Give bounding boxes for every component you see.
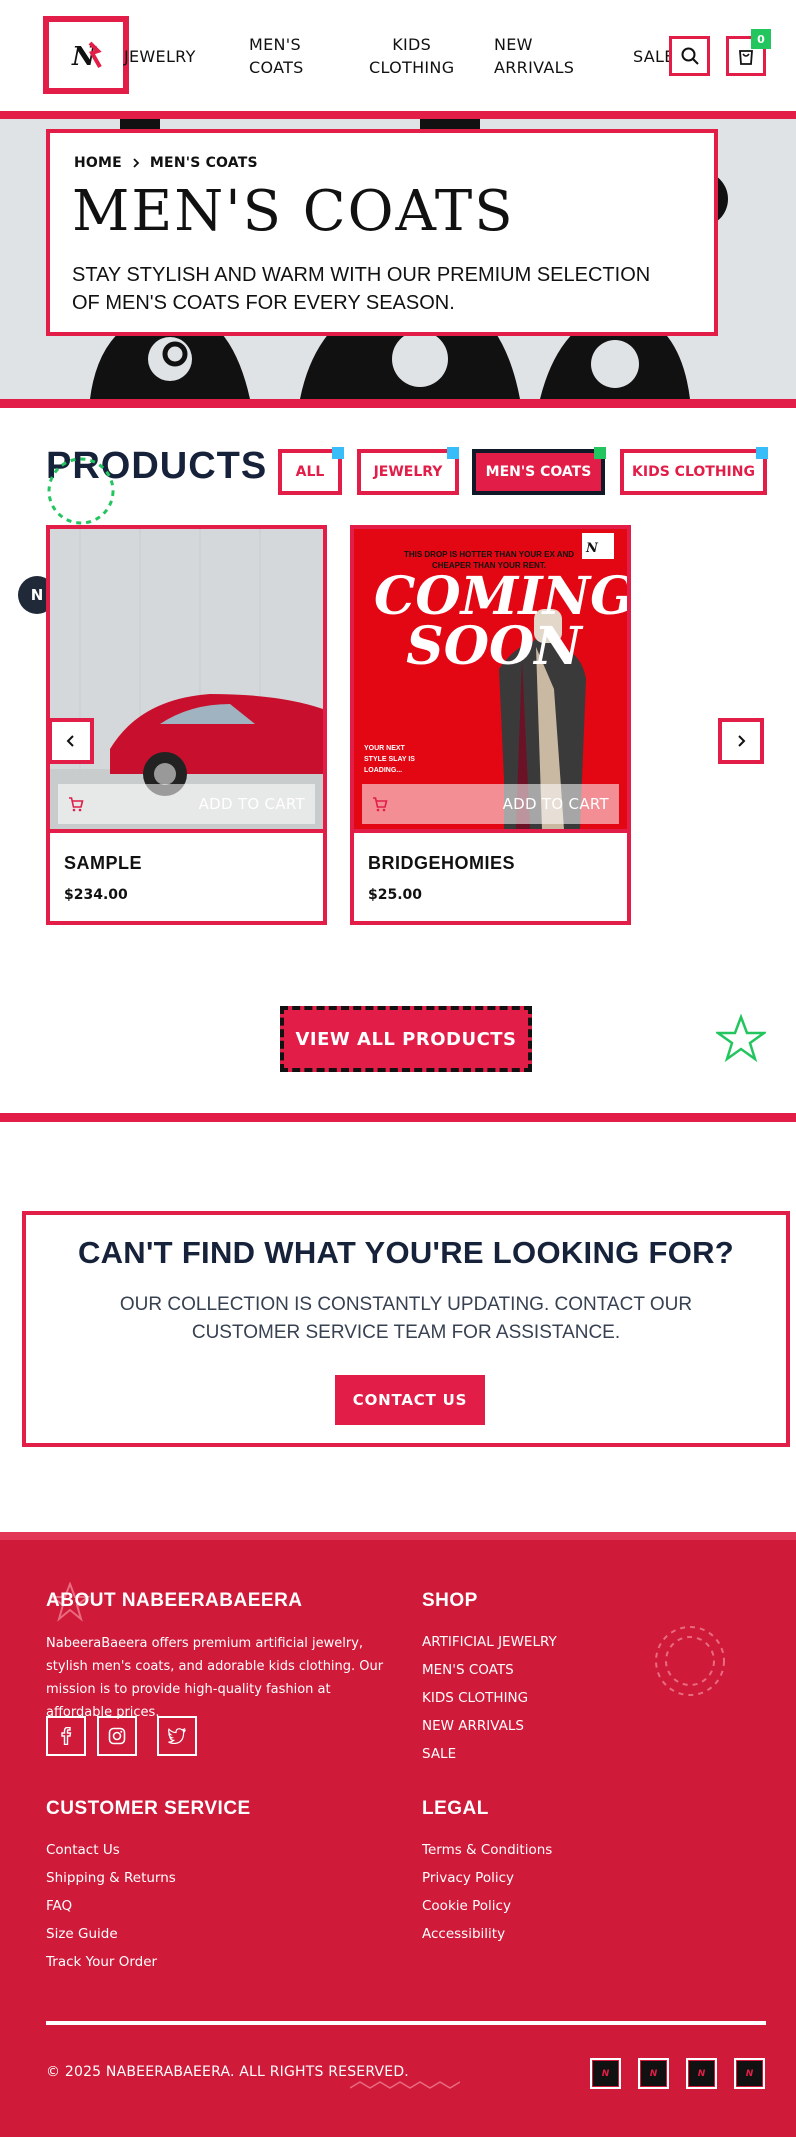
footer-link-faq[interactable]: FAQ: [46, 1898, 72, 1914]
cart-icon: [69, 797, 84, 812]
poster-headline-soon: SOON: [406, 616, 582, 677]
twitter-icon: [168, 1728, 186, 1744]
footer-link-privacy[interactable]: Privacy Policy: [422, 1870, 514, 1886]
footer-link-shipping-returns[interactable]: Shipping & Returns: [46, 1870, 176, 1886]
cart-count-badge: 0: [751, 29, 771, 49]
product-name[interactable]: SAMPLE: [64, 853, 142, 874]
filter-all-indicator: [332, 447, 344, 459]
footer-link-new-arrivals[interactable]: NEW ARRIVALS: [422, 1718, 524, 1734]
breadcrumb-current: MEN'S COATS: [149, 155, 258, 171]
page-title: MEN'S COATS: [72, 179, 515, 244]
chevron-right-icon: [133, 158, 140, 168]
product-card[interactable]: N THIS DROP IS HOTTER THAN YOUR EX AND C…: [350, 525, 631, 925]
instagram-icon: [108, 1727, 126, 1745]
footer-link-kids-clothing[interactable]: KIDS CLOTHING: [422, 1690, 528, 1706]
product-image-coming-soon[interactable]: N THIS DROP IS HOTTER THAN YOUR EX AND C…: [354, 529, 627, 829]
product-price: $25.00: [368, 887, 423, 903]
footer-shop-heading: SHOP: [422, 1590, 478, 1611]
header-divider: [0, 111, 796, 119]
page-subtitle: STAY STYLISH AND WARM WITH OUR PREMIUM S…: [72, 264, 651, 314]
social-facebook-button[interactable]: [46, 1716, 86, 1756]
product-price: $234.00: [64, 887, 128, 903]
footer-link-track-order[interactable]: Track Your Order: [46, 1954, 157, 1970]
nav-new-arrivals[interactable]: NEW ARRIVALS: [494, 33, 574, 79]
footer-link-artificial-jewelry[interactable]: ARTIFICIAL JEWELRY: [422, 1634, 557, 1650]
payment-badge: N: [686, 2058, 717, 2089]
products-divider: [0, 1113, 796, 1122]
social-twitter-button[interactable]: [157, 1716, 197, 1756]
decorative-zigzag-icon: [350, 2081, 460, 2089]
nav-kids-clothing[interactable]: KIDS CLOTHING: [369, 33, 454, 79]
product-info: SAMPLE $234.00: [50, 829, 323, 921]
nav-mens-coats-line2: COATS: [249, 58, 304, 77]
filter-mens-coats-indicator: [594, 447, 606, 459]
site-logo[interactable]: N: [43, 16, 129, 94]
footer-link-terms[interactable]: Terms & Conditions: [422, 1842, 552, 1858]
footer-divider: [46, 2021, 766, 2025]
nav-mens-coats[interactable]: MEN'S COATS: [249, 33, 304, 79]
decorative-dashed-ring-icon: [655, 1626, 725, 1696]
nav-kids-line1: KIDS: [392, 35, 432, 54]
product-name[interactable]: BRIDGEHOMIES: [368, 853, 515, 874]
search-icon: [681, 47, 699, 65]
decorative-star-icon: [716, 1014, 766, 1062]
contact-us-button[interactable]: CONTACT US: [335, 1375, 485, 1425]
filter-jewelry[interactable]: JEWELRY: [357, 449, 459, 495]
poster-footnote: YOUR NEXT STYLE SLAY IS LOADING...: [364, 745, 415, 774]
logo-mark-icon: N: [71, 41, 102, 72]
facebook-icon: [61, 1727, 72, 1745]
slider-prev-button[interactable]: [48, 718, 94, 764]
footer-top-divider: [0, 1532, 796, 1540]
product-info: BRIDGEHOMIES $25.00: [354, 829, 627, 921]
social-instagram-button[interactable]: [97, 1716, 137, 1756]
svg-text:N: N: [585, 541, 599, 556]
nav-jewelry[interactable]: JEWELRY: [124, 45, 196, 68]
add-to-cart-button[interactable]: ADD TO CART: [58, 784, 315, 824]
footer-legal-heading: LEGAL: [422, 1798, 489, 1819]
decorative-dashed-circle-icon: [47, 457, 115, 525]
payment-badge-logo-icon: N: [737, 2061, 762, 2086]
cart-icon: [373, 797, 388, 812]
footer-link-accessibility[interactable]: Accessibility: [422, 1926, 505, 1942]
contact-cta-section: CAN'T FIND WHAT YOU'RE LOOKING FOR? OUR …: [22, 1211, 790, 1447]
footer-about-text: NabeeraBaeera offers premium artificial …: [46, 1636, 384, 1720]
footer-customer-service-heading: CUSTOMER SERVICE: [46, 1798, 251, 1819]
hero-divider: [0, 399, 796, 408]
nav-new-line1: NEW: [494, 35, 533, 54]
shopping-bag-icon: [739, 50, 753, 65]
cta-text: OUR COLLECTION IS CONSTANTLY UPDATING. C…: [119, 1294, 693, 1343]
search-button[interactable]: [669, 36, 710, 76]
payment-badge-logo-icon: N: [593, 2061, 618, 2086]
footer-link-contact-us[interactable]: Contact Us: [46, 1842, 120, 1858]
payment-badge: N: [638, 2058, 669, 2089]
nav-mens-coats-line1: MEN'S: [249, 35, 301, 54]
nav-new-line2: ARRIVALS: [494, 58, 575, 77]
filter-kids-clothing[interactable]: KIDS CLOTHING: [620, 449, 767, 495]
slider-next-button[interactable]: [718, 718, 764, 764]
payment-badge-logo-icon: N: [641, 2061, 666, 2086]
payment-badge: N: [734, 2058, 765, 2089]
breadcrumb-home[interactable]: HOME: [74, 155, 122, 171]
footer-link-sale[interactable]: SALE: [422, 1746, 456, 1762]
footer-link-size-guide[interactable]: Size Guide: [46, 1926, 118, 1942]
payment-badge-logo-icon: N: [689, 2061, 714, 2086]
footer-link-cookie[interactable]: Cookie Policy: [422, 1898, 511, 1914]
cta-title: CAN'T FIND WHAT YOU'RE LOOKING FOR?: [77, 1235, 735, 1270]
add-to-cart-label: ADD TO CART: [198, 795, 305, 813]
add-to-cart-label: ADD TO CART: [502, 795, 609, 813]
payment-badge: N: [590, 2058, 621, 2089]
view-all-products-button[interactable]: VIEW ALL PRODUCTS: [280, 1006, 532, 1072]
chevron-right-icon: [738, 735, 746, 747]
chevron-left-icon: [66, 735, 74, 747]
footer-link-mens-coats[interactable]: MEN'S COATS: [422, 1662, 514, 1678]
filter-mens-coats[interactable]: MEN'S COATS: [472, 449, 605, 495]
breadcrumb: HOME MEN'S COATS: [74, 155, 258, 171]
footer-about-heading: ABOUT NABEERABAEERA: [46, 1590, 303, 1611]
hero-card: HOME MEN'S COATS MEN'S COATS STAY STYLIS…: [46, 129, 718, 336]
filter-jewelry-indicator: [447, 447, 459, 459]
add-to-cart-button[interactable]: ADD TO CART: [362, 784, 619, 824]
product-image-red-car[interactable]: ADD TO CART: [50, 529, 323, 829]
nav-kids-line2: CLOTHING: [369, 58, 455, 77]
filter-kids-clothing-indicator: [756, 447, 768, 459]
